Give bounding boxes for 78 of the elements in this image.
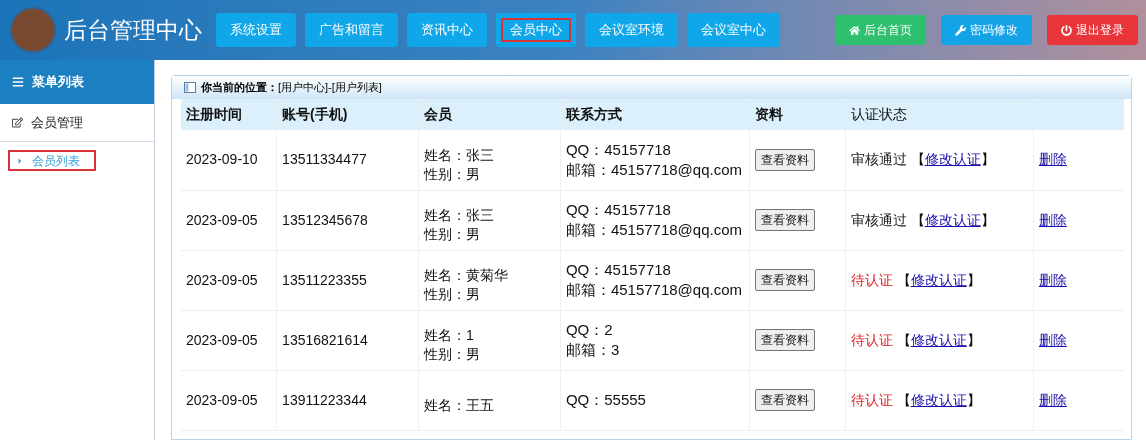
caret-icon — [16, 156, 24, 165]
table-cell: 13516821614 — [276, 310, 419, 370]
view-profile-button[interactable]: 查看资料 — [755, 389, 816, 411]
member-name: 姓名：张三 — [424, 206, 495, 225]
contact-qq: QQ：2 — [565, 320, 614, 340]
panel-icon — [184, 82, 196, 93]
column-header: 资料 — [749, 99, 846, 130]
contact-email: 邮箱：45157718@qq.com — [565, 159, 744, 180]
power-icon — [1061, 24, 1072, 36]
sidebar-title: 菜单列表 — [32, 73, 84, 92]
delete-link[interactable]: 删除 — [1038, 331, 1067, 348]
bracket-text: 【 — [910, 151, 925, 168]
edit-certification-link[interactable]: 修改认证 — [910, 271, 967, 288]
column-header: 联系方式 — [560, 99, 750, 130]
bracket-text: 【 — [910, 211, 925, 228]
member-name: 姓名：张三 — [424, 145, 495, 165]
view-profile-button[interactable]: 查看资料 — [755, 209, 816, 231]
delete-link[interactable]: 删除 — [1038, 211, 1067, 228]
bracket-text: 】 — [966, 391, 981, 408]
member-name: 姓名：王五 — [424, 395, 495, 415]
bracket-text: 】 — [966, 331, 981, 348]
home-icon — [849, 24, 860, 36]
table-cell: 13512345678 — [276, 190, 419, 250]
sidebar-section[interactable]: 会员管理 — [0, 104, 154, 142]
column-header: 会员 — [418, 99, 561, 130]
contact-email: 邮箱：45157718@qq.com — [565, 280, 744, 300]
bracket-text: 【 — [896, 271, 911, 288]
status-text: 待认证 — [850, 331, 893, 348]
section-label: 会员管理 — [31, 113, 83, 132]
member-gender: 性别：男 — [424, 345, 481, 364]
member-name: 姓名：黄菊华 — [424, 266, 509, 285]
column-header: 注册时间 — [181, 99, 277, 130]
bracket-text: 】 — [980, 211, 995, 228]
contact-qq: QQ：45157718 — [565, 260, 672, 280]
view-profile-button[interactable]: 查看资料 — [755, 329, 816, 351]
contact-qq: QQ：45157718 — [565, 139, 672, 160]
edit-icon — [12, 117, 23, 128]
contact-qq: QQ：45157718 — [565, 200, 672, 220]
view-profile-button[interactable]: 查看资料 — [755, 148, 816, 171]
member-gender: 性别：男 — [424, 225, 481, 244]
delete-link[interactable]: 删除 — [1038, 391, 1067, 408]
status-text: 待认证 — [850, 391, 893, 408]
delete-link[interactable]: 删除 — [1038, 151, 1067, 168]
edit-certification-link[interactable]: 修改认证 — [910, 391, 967, 408]
wrench-icon — [955, 24, 966, 36]
member-name: 姓名：1 — [424, 326, 475, 345]
table-cell: 13511334477 — [276, 130, 419, 190]
contact-email: 邮箱：3 — [565, 340, 621, 360]
table-cell: 2023-09-05 — [181, 190, 277, 250]
table-cell: 2023-09-05 — [181, 250, 277, 310]
status-text: 审核通过 — [850, 211, 907, 228]
member-gender: 性别：男 — [424, 164, 481, 184]
edit-certification-link[interactable]: 修改认证 — [924, 211, 981, 228]
column-header: 认证状态 — [845, 99, 1034, 130]
member-gender: 性别：男 — [424, 285, 481, 304]
menu-icon — [12, 76, 24, 88]
bracket-text: 【 — [896, 331, 911, 348]
table-cell: 2023-09-10 — [181, 130, 277, 190]
table-cell: 13911223344 — [276, 370, 419, 430]
bracket-text: 【 — [896, 391, 911, 408]
contact-qq: QQ：55555 — [565, 390, 647, 410]
table-cell: 2023-09-05 — [181, 370, 277, 430]
table-cell: 2023-09-05 — [181, 310, 277, 370]
view-profile-button[interactable]: 查看资料 — [755, 269, 816, 291]
bracket-text: 】 — [966, 271, 981, 288]
contact-email: 邮箱：45157718@qq.com — [565, 220, 744, 240]
header-action-button[interactable]: 退出登录 — [1047, 15, 1138, 45]
edit-certification-link[interactable]: 修改认证 — [924, 151, 981, 168]
column-header: 账号(手机) — [276, 99, 419, 130]
status-text: 审核通过 — [850, 151, 907, 168]
site-title: 后台管理中心 — [64, 15, 202, 45]
breadcrumb: 你当前的位置：[用户中心]-[用户列表] — [201, 80, 382, 96]
status-text: 待认证 — [850, 271, 893, 288]
edit-certification-link[interactable]: 修改认证 — [910, 331, 967, 348]
delete-link[interactable]: 删除 — [1038, 271, 1067, 288]
bracket-text: 】 — [980, 151, 995, 168]
avatar — [10, 7, 56, 53]
table-cell: 13511223355 — [276, 250, 419, 310]
